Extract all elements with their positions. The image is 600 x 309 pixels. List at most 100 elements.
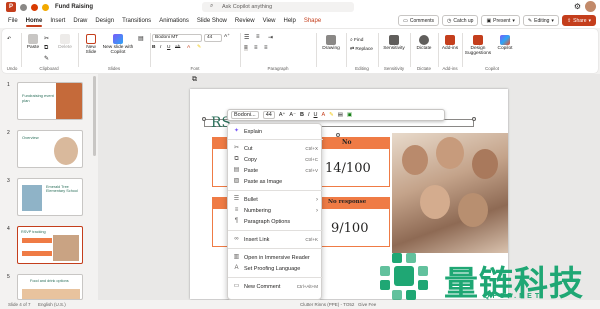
- font-color-icon[interactable]: A: [322, 112, 326, 118]
- replace-button[interactable]: ⇄ Replace: [350, 47, 373, 52]
- increase-font-icon[interactable]: A⁺: [224, 34, 230, 39]
- catch-up-button[interactable]: ◷ Catch up: [442, 15, 479, 26]
- tab-home[interactable]: Home: [22, 14, 47, 28]
- undo-button[interactable]: ↶: [7, 37, 11, 42]
- tab-insert[interactable]: Insert: [46, 14, 69, 28]
- find-button[interactable]: ⌕ Find: [350, 37, 363, 43]
- design-suggestions-button[interactable]: Design Suggestions: [464, 35, 492, 56]
- tab-draw[interactable]: Draw: [69, 14, 91, 28]
- drawing-button[interactable]: Drawing: [320, 35, 342, 51]
- delete-button[interactable]: Delete: [56, 34, 74, 50]
- divider: [438, 33, 439, 67]
- comment-icon[interactable]: ▣: [347, 112, 352, 118]
- floating-format-toolbar: Bodoni... 44 A⁺ A⁻ B I U A ✎ ▤ ▣: [227, 109, 445, 121]
- slide-thumbnail-5[interactable]: Food and drink options: [17, 274, 83, 300]
- share-icon: ⇪: [566, 17, 572, 24]
- layout-button[interactable]: ▤: [138, 35, 144, 42]
- bold-icon[interactable]: B: [300, 112, 304, 118]
- decrease-font-icon[interactable]: A⁻: [289, 112, 296, 118]
- document-title[interactable]: Fund Raising: [55, 4, 93, 10]
- bullets-button[interactable]: ☰: [244, 34, 249, 41]
- tab-design[interactable]: Design: [91, 14, 118, 28]
- tab-slide-show[interactable]: Slide Show: [193, 14, 231, 28]
- present-button[interactable]: ▣ Present ▾: [481, 15, 520, 26]
- menu-item-cut[interactable]: ✂ Cut Ctrl+X: [228, 144, 323, 153]
- underline-button[interactable]: U: [167, 45, 170, 50]
- menu-item-paste-as-image[interactable]: ▨ Paste as Image: [228, 177, 323, 186]
- font-color-button[interactable]: A: [187, 45, 190, 50]
- share-button[interactable]: ⇪ Share ▾: [561, 15, 596, 26]
- mini-size-dropdown[interactable]: 44: [262, 111, 275, 119]
- new-slide-copilot-label: New slide with Copilot: [102, 45, 134, 55]
- new-slide-button[interactable]: New Slide: [82, 34, 100, 55]
- menu-item-insert-link[interactable]: ∞ Insert Link Ctrl+K: [228, 235, 323, 244]
- slide-thumbnail-1[interactable]: Fundraising event plan: [17, 82, 83, 120]
- tab-shape[interactable]: Shape: [300, 14, 325, 28]
- comments-button[interactable]: ▭ Comments: [398, 15, 440, 26]
- designer-ideas-icon[interactable]: ⧉: [192, 76, 197, 84]
- present-label: Present: [493, 17, 511, 24]
- cut-button[interactable]: ✂: [44, 35, 49, 42]
- copy-button[interactable]: ⧉: [44, 45, 48, 52]
- editing-mode-button[interactable]: ✎ Editing ▾: [522, 15, 559, 26]
- format-painter-icon[interactable]: ▤: [338, 112, 343, 118]
- slide-thumbnail-3[interactable]: Emerald Tree Elementary School: [17, 178, 83, 216]
- underline-icon[interactable]: U: [314, 112, 318, 118]
- italic-icon[interactable]: I: [308, 112, 310, 118]
- highlight-button[interactable]: ✎: [197, 45, 201, 50]
- menu-item-new-comment[interactable]: ▭ New Comment Ctrl+Alt+M: [228, 282, 323, 291]
- dictate-button[interactable]: Dictate: [412, 35, 436, 51]
- tab-review[interactable]: Review: [231, 14, 259, 28]
- sensitivity-button[interactable]: Sensitivity: [380, 35, 408, 51]
- mini-font-dropdown[interactable]: Bodoni...: [231, 111, 259, 119]
- highlight-icon[interactable]: ✎: [329, 112, 334, 118]
- bold-button[interactable]: B: [152, 45, 155, 50]
- tab-transitions[interactable]: Transitions: [118, 14, 155, 28]
- menu-item-numbering[interactable]: ≡ Numbering ›: [228, 206, 323, 215]
- align-left-button[interactable]: ≡: [244, 45, 248, 51]
- tab-view[interactable]: View: [259, 14, 280, 28]
- undo-icon[interactable]: [31, 3, 38, 11]
- copilot-button[interactable]: Copilot: [494, 35, 516, 51]
- menu-item-immersive-reader[interactable]: ▥ Open in Immersive Reader: [228, 253, 323, 262]
- resize-handle[interactable]: [202, 117, 206, 121]
- numbering-button[interactable]: ≡: [256, 34, 260, 40]
- resize-handle[interactable]: [472, 117, 476, 121]
- format-painter-button[interactable]: ✎: [44, 55, 49, 62]
- menu-item-paragraph-options[interactable]: ¶ Paragraph Options: [228, 217, 323, 226]
- italic-button[interactable]: I: [160, 45, 161, 50]
- save-icon[interactable]: [42, 3, 49, 11]
- photo-face: [458, 193, 488, 227]
- tab-file[interactable]: File: [4, 14, 22, 28]
- align-center-button[interactable]: ≡: [254, 45, 258, 51]
- feedback-button[interactable]: Give Fee: [358, 302, 376, 307]
- settings-icon[interactable]: ⚙: [574, 2, 581, 11]
- avatar[interactable]: [585, 1, 596, 12]
- menu-item-proofing-language[interactable]: A Set Proofing Language: [228, 264, 323, 273]
- menu-item-copy[interactable]: ⧉ Copy Ctrl+C: [228, 155, 323, 164]
- menu-item-explain[interactable]: ✦ Explain: [228, 127, 323, 136]
- thumbnail-scrollbar[interactable]: [93, 76, 96, 156]
- strikethrough-button[interactable]: ab: [175, 45, 180, 50]
- search-placeholder: Ask Copilot anything: [222, 4, 273, 10]
- divider: [410, 33, 411, 67]
- new-slide-copilot-button[interactable]: New slide with Copilot: [100, 34, 136, 55]
- align-right-button[interactable]: ≡: [264, 45, 268, 51]
- indent-button[interactable]: ⇥: [268, 34, 273, 41]
- tab-help[interactable]: Help: [280, 14, 300, 28]
- children-photo[interactable]: [392, 133, 508, 253]
- slide-thumbnail-2[interactable]: Overview: [17, 130, 83, 168]
- language-status[interactable]: English (U.S.): [38, 302, 66, 307]
- autosave-icon[interactable]: [20, 3, 27, 11]
- comment-icon: ▭: [233, 283, 240, 289]
- search-input[interactable]: ⌕ Ask Copilot anything: [202, 2, 354, 12]
- font-size-dropdown[interactable]: 44: [204, 34, 222, 42]
- menu-item-paste[interactable]: ▤ Paste Ctrl+V: [228, 166, 323, 175]
- tab-animations[interactable]: Animations: [155, 14, 193, 28]
- slide-thumbnail-4[interactable]: RSVP tracking: [17, 226, 83, 264]
- addins-button[interactable]: Add-ins: [440, 35, 460, 51]
- paste-button[interactable]: Paste: [24, 34, 42, 50]
- font-name-dropdown[interactable]: Bodoni MT: [152, 34, 202, 42]
- menu-item-bullet[interactable]: ☰ Bullet ›: [228, 195, 323, 204]
- increase-font-icon[interactable]: A⁺: [279, 112, 286, 118]
